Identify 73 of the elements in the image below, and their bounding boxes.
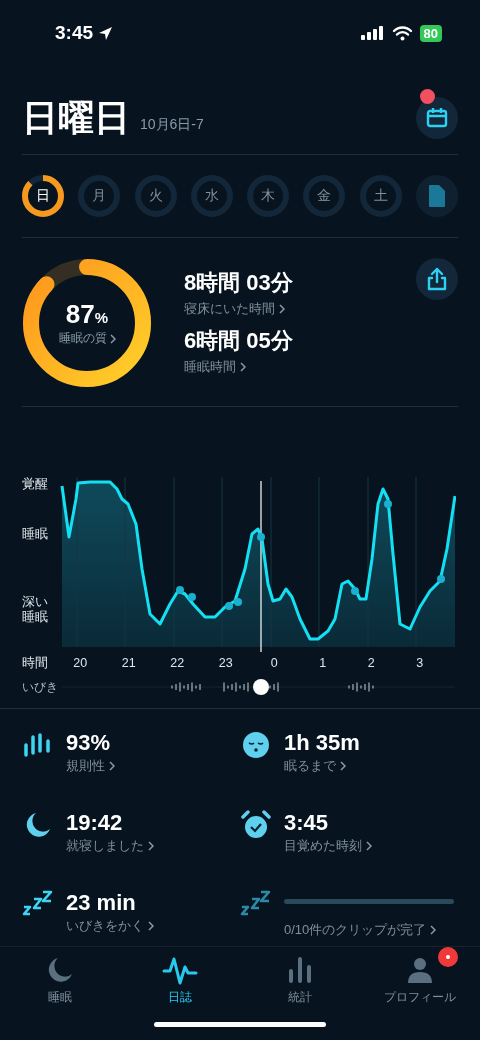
metric-label[interactable]: 寝床にいた時間	[184, 300, 275, 318]
calendar-icon	[426, 107, 448, 129]
chevron-icon	[430, 925, 437, 935]
signal-icon	[360, 26, 385, 40]
share-button[interactable]	[416, 258, 458, 300]
chevron-icon	[240, 362, 246, 372]
pulse-wave-icon	[162, 955, 198, 985]
hour-label: 20	[72, 656, 89, 670]
duration-value: 8時間 03分	[184, 269, 294, 297]
tab[interactable]: 日誌	[120, 947, 240, 1040]
chevron-icon	[366, 841, 372, 851]
location-arrow-icon	[98, 25, 114, 41]
stat-label[interactable]: 規則性	[66, 757, 105, 775]
person-icon	[405, 955, 435, 985]
day-button[interactable]: 木	[247, 175, 290, 217]
event-dot	[384, 500, 392, 508]
report-button[interactable]	[415, 175, 458, 217]
hour-label: 0	[269, 656, 279, 670]
calendar-button[interactable]	[416, 97, 458, 139]
stat-value: 23 min	[66, 889, 137, 917]
stat-value: 93%	[66, 729, 112, 757]
stat-label[interactable]: いびきをかく	[66, 917, 144, 935]
hour-label: 1	[318, 656, 328, 670]
stat-label[interactable]: 就寝しました	[66, 837, 144, 855]
day-button[interactable]: 火	[134, 175, 177, 217]
chevron-icon	[148, 841, 154, 851]
quality-label[interactable]: 睡眠の質	[58, 330, 107, 347]
stage-label: 深い睡眠	[22, 595, 49, 625]
stat-value: 1h 35m	[284, 729, 360, 757]
hour-label: 22	[169, 656, 186, 670]
duration-value: 6時間 05分	[184, 327, 294, 355]
event-dot	[351, 587, 359, 595]
stat-label[interactable]: 眠るまで	[284, 757, 336, 775]
day-button[interactable]: 金	[303, 175, 346, 217]
alarm-clock-icon	[240, 809, 272, 841]
snore-label: いびき	[22, 678, 59, 696]
day-button[interactable]: 月	[78, 175, 121, 217]
day-button[interactable]: 水	[190, 175, 233, 217]
hour-label: 23	[217, 656, 234, 670]
document-icon	[427, 184, 446, 208]
battery-level: 80	[419, 24, 442, 42]
event-dot	[176, 586, 184, 594]
hour-label: 21	[120, 656, 137, 670]
tab[interactable]: 睡眠	[0, 947, 120, 1040]
wifi-icon	[391, 25, 413, 41]
event-dot	[257, 533, 265, 541]
chevron-icon	[279, 304, 285, 314]
chevron-icon	[109, 333, 116, 344]
stat-value: 3:45	[284, 809, 330, 837]
tab[interactable]: 統計	[240, 947, 360, 1040]
sleepy-face-icon	[240, 729, 272, 761]
hour-label: 3	[415, 656, 425, 670]
event-dot	[437, 575, 445, 583]
axis-title: 時間	[22, 654, 49, 672]
chevron-icon	[148, 921, 154, 931]
chevron-icon	[340, 761, 346, 771]
date-subtitle: 10月6日-7	[140, 116, 204, 134]
chevron-icon	[109, 761, 115, 771]
tab[interactable]: プロフィール	[360, 947, 480, 1040]
stage-label: 睡眠	[22, 527, 49, 542]
metric-label[interactable]: 睡眠時間	[184, 358, 236, 376]
stage-label: 覚醒	[22, 477, 49, 492]
stat-label[interactable]: 目覚めた時刻	[284, 837, 362, 855]
stat-label[interactable]: 0/10件のクリップが完了	[284, 921, 427, 939]
hour-label: 2	[366, 656, 376, 670]
day-button[interactable]: 日	[22, 175, 64, 217]
quality-score: 87%	[65, 299, 109, 330]
day-button[interactable]: 土	[359, 175, 402, 217]
stat-value: 19:42	[66, 809, 124, 837]
day-title: 日曜日	[22, 96, 130, 140]
share-icon	[426, 267, 448, 291]
status-time: 3:45	[55, 22, 94, 44]
event-dot	[188, 593, 196, 601]
